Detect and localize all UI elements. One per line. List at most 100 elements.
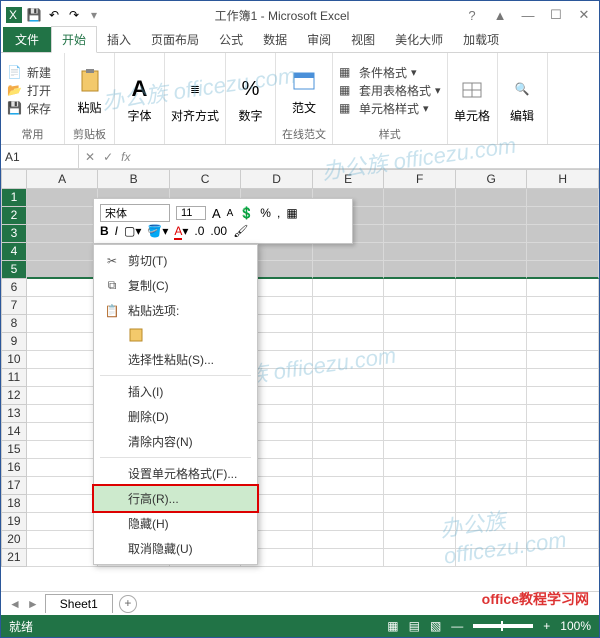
cell[interactable] — [313, 477, 385, 495]
align-button[interactable]: ≣对齐方式 — [171, 73, 219, 124]
col-header[interactable]: B — [98, 169, 170, 189]
context-menu-item[interactable]: 隐藏(H) — [94, 511, 257, 536]
cell[interactable] — [27, 531, 99, 549]
cell[interactable] — [527, 387, 599, 405]
sheet-tab[interactable]: Sheet1 — [45, 594, 113, 613]
cell[interactable] — [384, 189, 456, 207]
font-button[interactable]: A字体 — [124, 73, 156, 124]
cell[interactable] — [313, 405, 385, 423]
cell[interactable] — [27, 405, 99, 423]
cell[interactable] — [456, 441, 528, 459]
paste-button[interactable]: 粘贴 — [74, 65, 106, 116]
cell[interactable] — [456, 333, 528, 351]
cell[interactable] — [527, 189, 599, 207]
cell[interactable] — [456, 189, 528, 207]
cell[interactable] — [527, 333, 599, 351]
context-menu-item[interactable]: ⧉复制(C) — [94, 273, 257, 298]
tab-home[interactable]: 开始 — [51, 26, 97, 53]
cell[interactable] — [456, 405, 528, 423]
qat-dropdown-icon[interactable]: ▾ — [85, 6, 103, 24]
cell[interactable] — [313, 513, 385, 531]
row-header[interactable]: 5 — [1, 261, 27, 279]
cell[interactable] — [527, 477, 599, 495]
cell[interactable] — [27, 369, 99, 387]
tab-beautify[interactable]: 美化大师 — [385, 27, 453, 52]
cell[interactable] — [27, 495, 99, 513]
cell[interactable] — [27, 333, 99, 351]
row-header[interactable]: 8 — [1, 315, 27, 333]
context-menu-item[interactable]: 行高(R)... — [94, 486, 257, 511]
cell[interactable] — [384, 513, 456, 531]
tab-review[interactable]: 审阅 — [297, 27, 341, 52]
context-menu-item[interactable] — [94, 323, 257, 347]
cell[interactable] — [384, 225, 456, 243]
cell[interactable] — [456, 495, 528, 513]
cell[interactable] — [527, 423, 599, 441]
cell[interactable] — [456, 423, 528, 441]
cell[interactable] — [27, 351, 99, 369]
context-menu-item[interactable]: 插入(I) — [94, 379, 257, 404]
cell[interactable] — [384, 243, 456, 261]
cell[interactable] — [456, 279, 528, 297]
cell[interactable] — [384, 279, 456, 297]
cell[interactable] — [313, 351, 385, 369]
cell[interactable] — [27, 279, 99, 297]
tab-layout[interactable]: 页面布局 — [141, 27, 209, 52]
decimal-inc-icon[interactable]: .0 — [194, 224, 204, 238]
row-header[interactable]: 2 — [1, 207, 27, 225]
row-header[interactable]: 12 — [1, 387, 27, 405]
tab-insert[interactable]: 插入 — [97, 27, 141, 52]
cell[interactable] — [313, 531, 385, 549]
cell[interactable] — [384, 549, 456, 567]
view-break-icon[interactable]: ▧ — [430, 619, 441, 633]
cell[interactable] — [313, 423, 385, 441]
row-header[interactable]: 15 — [1, 441, 27, 459]
cell[interactable] — [27, 441, 99, 459]
number-button[interactable]: %数字 — [235, 73, 267, 124]
cell[interactable] — [456, 513, 528, 531]
cell[interactable] — [527, 351, 599, 369]
cancel-fx-icon[interactable]: ✕ — [85, 150, 95, 164]
format-painter-icon[interactable]: 🖌 — [233, 224, 248, 238]
cell[interactable] — [27, 549, 99, 567]
cell[interactable] — [27, 387, 99, 405]
cell[interactable] — [456, 351, 528, 369]
cell[interactable] — [456, 369, 528, 387]
tab-formula[interactable]: 公式 — [209, 27, 253, 52]
col-header[interactable]: A — [27, 169, 99, 189]
cells-button[interactable]: 单元格 — [454, 73, 490, 124]
sheet-nav-next-icon[interactable]: ► — [27, 597, 39, 611]
row-header[interactable]: 20 — [1, 531, 27, 549]
close-button[interactable]: ✕ — [573, 7, 595, 23]
comma-icon[interactable]: , — [277, 206, 280, 220]
cell[interactable] — [27, 189, 99, 207]
cell[interactable] — [384, 351, 456, 369]
redo-icon[interactable]: ↷ — [65, 6, 83, 24]
cell[interactable] — [384, 369, 456, 387]
cell[interactable] — [27, 225, 99, 243]
zoom-in-button[interactable]: + — [543, 619, 550, 633]
context-menu-item[interactable]: 取消隐藏(U) — [94, 536, 257, 561]
select-all-corner[interactable] — [1, 169, 27, 189]
cell[interactable] — [384, 297, 456, 315]
template-button[interactable]: 范文 — [288, 65, 320, 116]
cell[interactable] — [313, 369, 385, 387]
cell[interactable] — [27, 315, 99, 333]
cell[interactable] — [313, 315, 385, 333]
cell[interactable] — [456, 225, 528, 243]
cell[interactable] — [27, 477, 99, 495]
decimal-dec-icon[interactable]: .00 — [210, 224, 227, 238]
cell[interactable] — [384, 477, 456, 495]
percent-icon[interactable]: % — [260, 206, 271, 220]
new-button[interactable]: 📄新建 — [7, 64, 51, 81]
cell[interactable] — [27, 513, 99, 531]
row-header[interactable]: 19 — [1, 513, 27, 531]
row-header[interactable]: 6 — [1, 279, 27, 297]
cell[interactable] — [313, 297, 385, 315]
cell[interactable] — [27, 243, 99, 261]
cell[interactable] — [527, 243, 599, 261]
cell[interactable] — [27, 423, 99, 441]
cell[interactable] — [313, 495, 385, 513]
currency-icon[interactable]: 💲 — [239, 206, 254, 220]
context-menu-item[interactable]: 设置单元格格式(F)... — [94, 461, 257, 486]
